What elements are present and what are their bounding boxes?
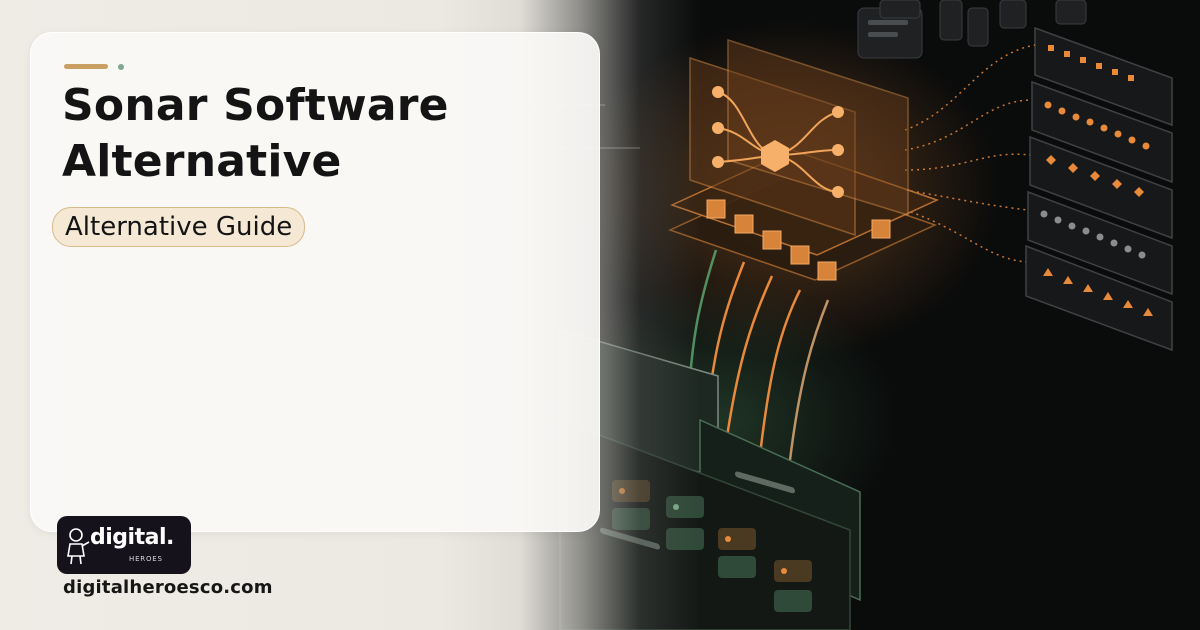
page-title: Sonar Software Alternative	[62, 78, 582, 190]
brand-logo[interactable]: digital. HEROES	[57, 516, 191, 574]
logo-wordmark: digital.	[90, 525, 174, 550]
accent-bar	[64, 64, 108, 69]
title-line-2: Alternative	[62, 136, 342, 187]
category-tag: Alternative Guide	[52, 207, 306, 247]
hero-mascot-icon	[67, 528, 90, 565]
title-line-1: Sonar Software	[62, 80, 449, 131]
website-url[interactable]: digitalheroesco.com	[63, 577, 273, 598]
logo-subtitle: HEROES	[129, 555, 163, 563]
accent-dot	[118, 64, 124, 70]
